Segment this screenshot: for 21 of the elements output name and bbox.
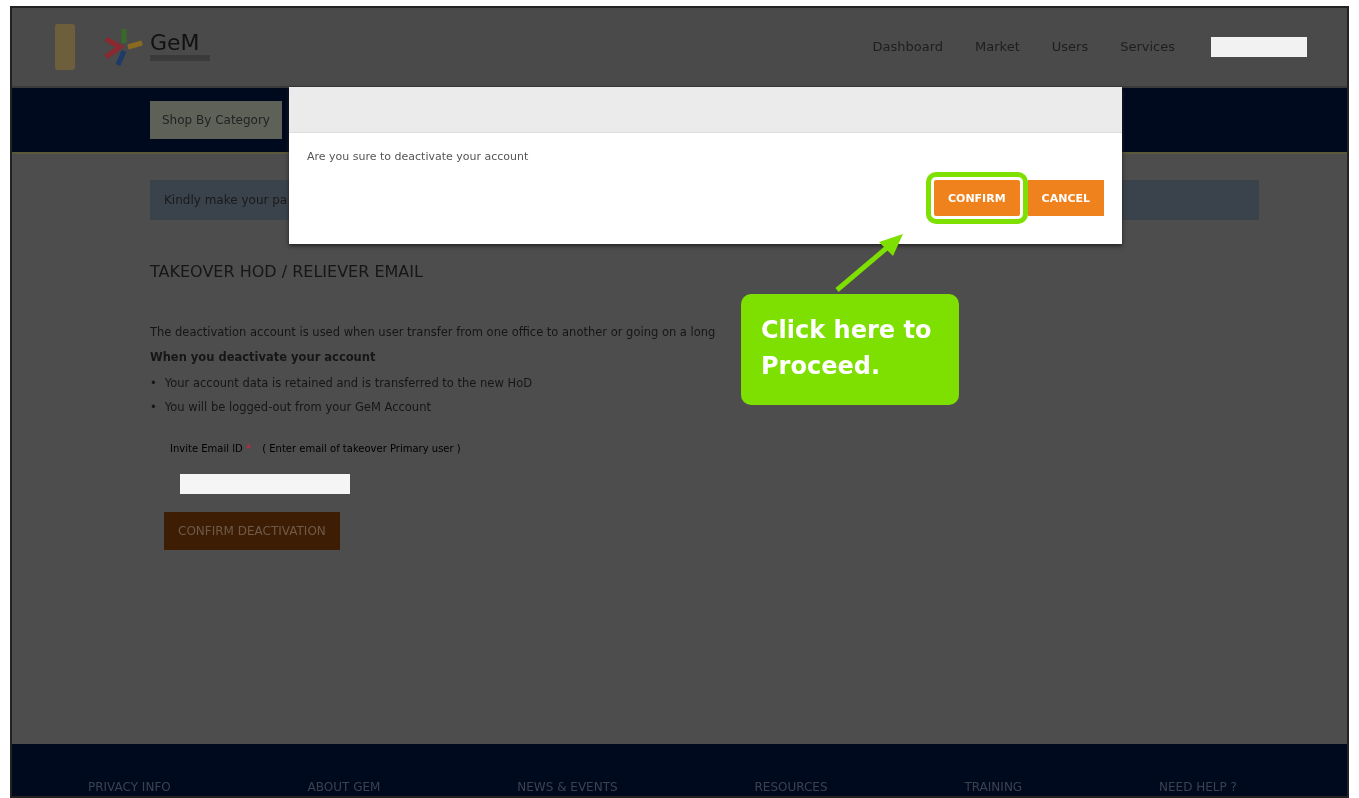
logo-text: GeM: [150, 32, 201, 54]
footer-link[interactable]: TRAINING: [964, 778, 1023, 796]
shop-by-category-button[interactable]: Shop By Category: [150, 101, 282, 139]
field-label: Invite Email ID: [170, 442, 243, 454]
bullet-marker: •: [150, 398, 157, 415]
dialog-button[interactable]: CANCEL: [1027, 179, 1104, 216]
callout-note: Click here to Proceed.: [741, 294, 959, 405]
email-input-field[interactable]: [180, 473, 350, 494]
pointer-arrow: [835, 234, 903, 292]
emblem-icon: [52, 22, 78, 72]
field-hint: ( Enter email of takeover Primary user ): [262, 442, 461, 454]
confirm-deactivation-button[interactable]: CONFIRM DEACTIVATION: [164, 511, 340, 550]
footer-link[interactable]: RESOURCES: [754, 778, 828, 796]
dialog-message: Are you sure to deactivate your account: [306, 149, 530, 165]
required-mark: *: [246, 442, 251, 454]
section-title: TAKEOVER HOD / RELIEVER EMAIL: [150, 261, 424, 283]
footer-link[interactable]: ABOUT GEM: [307, 778, 381, 796]
bullet-marker: •: [150, 374, 157, 391]
footer-link[interactable]: NEWS & EVENTS: [517, 778, 618, 796]
footer-link[interactable]: PRIVACY INFO: [88, 778, 171, 796]
footer-link[interactable]: NEED HELP ?: [1159, 778, 1237, 796]
